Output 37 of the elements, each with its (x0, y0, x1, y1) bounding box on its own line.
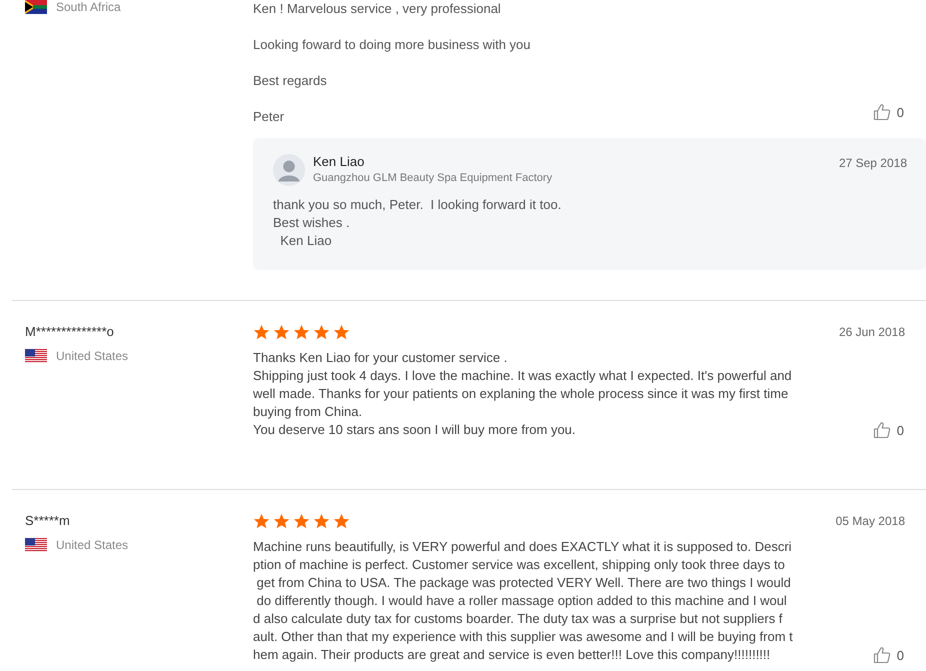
replier-name: Ken Liao (313, 154, 366, 170)
thumbs-up-icon[interactable] (872, 646, 891, 664)
reply-date: 27 Sep 2018 (838, 155, 907, 172)
star-icon (253, 513, 270, 530)
flag-icon (25, 349, 47, 363)
country-label: United States (56, 538, 128, 552)
review-text: Thanks Ken Liao for your customer service . Shipping just took 4 days. I love the machine. It was exactly what I expected. It's powerful and well made. Thanks for your patients on explaning the whole process since it was my first time buying from China. You deserve 10 stars ans soon I will buy more from you. (253, 349, 793, 439)
star-icon (333, 324, 350, 341)
flag-icon (25, 538, 47, 552)
star-icon (253, 324, 270, 341)
star-icon (313, 513, 330, 530)
review-date: 05 May 2018 (834, 513, 906, 530)
reviewer-name: M**************o (25, 323, 115, 341)
star-icon (293, 513, 310, 530)
like-count: 0 (896, 648, 904, 662)
thumbs-up-icon[interactable] (872, 103, 891, 121)
star-icon (273, 513, 290, 530)
review-text: Machine runs beautifully, is VERY powerful and does EXACTLY what it is supposed to. Descri ption of machine is perfect. Customer service was excellent, shipping only took three days to get from China to USA. The package was protected VERY Well. There are two things I would do differently though. I would have a roller massage option added to this machine and I woul d also calculate duty tax for customs boarder. The duty tax was a surprise but not suppliers f ault. Other than that my experience with this supplier was awesome and I will be buying from t hem again. Their products are great and service is even better!!! Love this company!!!!!!!!!! (253, 538, 794, 664)
reviewer-name: S*****m (25, 512, 71, 530)
review-text: Ken ! Marvelous service , very professional (253, 0, 502, 18)
country-label: South Africa (56, 0, 121, 14)
company-name: Guangzhou GLM Beauty Spa Equipment Factory (313, 171, 554, 186)
star-icon (293, 324, 310, 341)
flag-icon (25, 0, 47, 14)
like-count: 0 (896, 422, 904, 438)
reply-text: thank you so much, Peter. I looking forward it too. Best wishes . Ken Liao (273, 196, 562, 250)
review-text: Best regards (253, 72, 328, 90)
review-text: Looking foward to doing more business with you (253, 36, 532, 54)
thumbs-up-icon[interactable] (872, 421, 891, 439)
like-count: 0 (896, 104, 904, 120)
star-icon (273, 324, 290, 341)
star-icon (333, 513, 350, 530)
review-date: 26 Jun 2018 (838, 324, 906, 341)
country-label: United States (56, 349, 128, 363)
avatar-icon (273, 154, 305, 186)
star-icon (313, 324, 330, 341)
review-text: Peter (253, 108, 286, 126)
